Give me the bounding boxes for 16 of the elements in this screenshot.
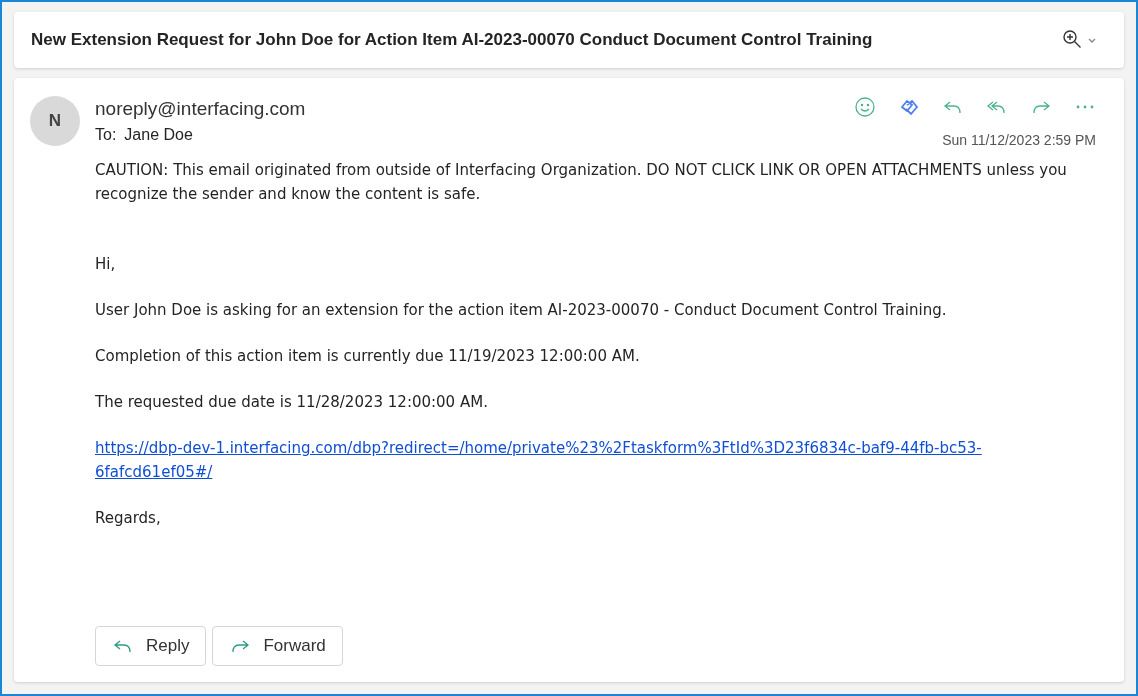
recipient-name: Jane Doe [124, 126, 193, 144]
body-paragraph: Hi, [95, 254, 117, 275]
reply-button[interactable]: Reply [95, 626, 207, 666]
caution-notice: CAUTION: This email originated from outside of Interfacing Organization. DO NOT CLICK LINK OR OPEN ATTACHMENTS unless you recognize the sender and know the content is safe. [95, 160, 1068, 205]
email-subject: New Extension Request for John Doe for Action Item AI-2023-00070 Conduct Document Control Training [31, 30, 873, 50]
body-paragraph: Regards, [95, 508, 162, 529]
smiley-icon[interactable] [854, 96, 876, 118]
sent-date: Sun 11/12/2023 2:59 PM [942, 132, 1096, 148]
body-paragraph: User John Doe is asking for an extension for the action item AI-2023-00070 - Conduct Document Control Training. [95, 300, 948, 321]
sender-address: noreply@interfacing.com [95, 98, 307, 120]
sender-avatar: N [30, 96, 80, 146]
body-paragraph: The requested due date is 11/28/2023 12:00:00 AM. [95, 392, 489, 413]
task-link[interactable]: https://dbp-dev-1.interfacing.com/dbp?redirect=/home/private%23%2Ftaskform%3FtId%3D23f6834c-baf9-44fb-bc53-6fafcd61ef05#/ [95, 436, 1096, 484]
body-paragraph: Completion of this action item is currently due 11/19/2023 12:00:00 AM. [95, 346, 641, 367]
to-label: To: [95, 126, 117, 144]
forward-button[interactable]: Forward [212, 626, 343, 666]
